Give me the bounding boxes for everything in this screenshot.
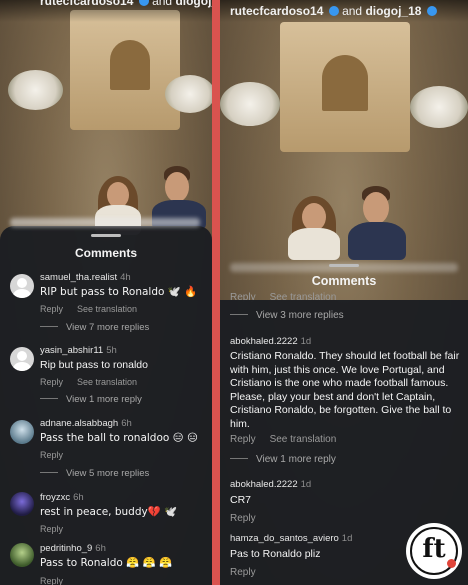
see-translation-button[interactable]: See translation [77, 377, 137, 387]
author-username[interactable]: diogoj_18 [175, 0, 212, 8]
ft-logo-icon: ft [406, 523, 462, 579]
reply-button[interactable]: Reply [40, 377, 63, 387]
comment-username[interactable]: abokhaled.2222 1d [230, 336, 311, 347]
comment-actions: Reply [40, 524, 63, 534]
flowers-image [410, 86, 468, 128]
reply-button[interactable]: Reply [40, 524, 63, 534]
right-screenshot-panel: rutecfcardoso14 and diogoj_18 Comments R… [220, 0, 468, 585]
comment-time: 1d [300, 479, 312, 490]
blurred-caption [10, 218, 200, 227]
view-replies-button[interactable]: View 1 more reply [40, 394, 142, 405]
reply-button[interactable]: Reply [40, 576, 63, 585]
comment-username[interactable]: samuel_tha.realist 4h [40, 272, 131, 283]
logo-dot [447, 559, 456, 568]
comment-username[interactable]: pedritinho_9 6h [40, 543, 106, 554]
user-avatar-image[interactable] [10, 420, 34, 444]
reply-button[interactable]: Reply [230, 434, 256, 445]
comment-actions: Reply See translation [230, 434, 336, 445]
bride-face-image [302, 203, 326, 231]
comment-username[interactable]: adnane.alsabbagh 6h [40, 418, 132, 429]
flowers-image [220, 82, 280, 126]
groom-face-image [363, 192, 389, 224]
altar-arch-image [322, 55, 368, 111]
see-translation-button[interactable]: See translation [270, 434, 337, 445]
comment-username[interactable]: yasin_abshir11 5h [40, 345, 117, 356]
default-avatar-icon[interactable] [10, 274, 34, 298]
view-replies-button[interactable]: View 5 more replies [40, 468, 149, 479]
comment-actions: Reply [40, 450, 63, 460]
default-avatar-icon[interactable] [10, 347, 34, 371]
and-text: and [342, 4, 363, 18]
comment-actions: Reply See translation [40, 377, 137, 387]
author-username[interactable]: rutecfcardoso14 [230, 4, 323, 18]
comment-text: RIP but pass to Ronaldo 🕊️ 🔥 [40, 286, 198, 298]
view-replies-button[interactable]: View 1 more reply [230, 454, 336, 465]
sheet-title: Comments [74, 246, 137, 260]
comment-text: CR7 [230, 494, 252, 506]
user-avatar-image[interactable] [10, 492, 34, 516]
groom-face-image [165, 172, 189, 202]
left-screenshot-panel: rutecfcardoso14 and diogoj_18 Comments s… [0, 0, 212, 585]
sheet-grab-handle[interactable] [329, 264, 359, 267]
reply-button[interactable]: Reply [40, 450, 63, 460]
comment-time: 1d [300, 336, 312, 347]
verified-icon [328, 6, 339, 16]
verified-icon [426, 6, 437, 16]
author-username[interactable]: diogoj_18 [365, 4, 421, 18]
reply-button[interactable]: Reply [230, 567, 256, 578]
flowers-image [165, 75, 212, 113]
flowers-image [8, 70, 63, 110]
user-avatar-image[interactable] [10, 543, 34, 567]
verified-icon [138, 0, 149, 6]
sheet-grab-handle[interactable] [91, 234, 121, 237]
comment-time: 6h [95, 543, 106, 554]
comment-username[interactable]: hamza_do_santos_aviero 1d [230, 533, 352, 544]
comment-time: 6h [121, 418, 132, 429]
comment-actions: Reply [230, 567, 256, 578]
sheet-title: Comments [311, 274, 377, 288]
comment-time: 5h [106, 345, 117, 356]
see-translation-button[interactable]: See translation [77, 304, 137, 314]
comment-text: Pass the ball to ronaldoo 😑 😑 [40, 432, 198, 444]
comment-username[interactable]: froyzxc 6h [40, 492, 84, 503]
comment-actions: Reply [230, 513, 256, 524]
comment-text: Rip but pass to ronaldo [40, 359, 148, 371]
and-text: and [152, 0, 173, 8]
comment-text: rest in peace, buddy💔 🕊️ [40, 506, 178, 518]
comment-time: 6h [73, 492, 84, 503]
reply-button[interactable]: Reply [230, 513, 256, 524]
altar-arch-image [110, 40, 150, 90]
comment-time: 1d [341, 533, 353, 544]
groom-suit-image [348, 222, 406, 260]
comment-username[interactable]: abokhaled.2222 1d [230, 479, 311, 490]
comment-actions: Reply [40, 576, 63, 585]
reply-button[interactable]: Reply [40, 304, 63, 314]
view-replies-button[interactable]: View 7 more replies [40, 322, 149, 333]
comments-sheet: Comments samuel_tha.realist 4h RIP but pa… [0, 218, 212, 585]
comment-time: 4h [120, 272, 131, 283]
view-replies-button[interactable]: View 3 more replies [230, 310, 344, 321]
post-authors[interactable]: rutecfcardoso14 and diogoj_18 [230, 4, 437, 18]
author-username[interactable]: rutecfcardoso14 [40, 0, 133, 8]
post-authors[interactable]: rutecfcardoso14 and diogoj_18 [40, 0, 212, 8]
panel-divider [212, 0, 220, 585]
comment-actions: Reply See translation [40, 304, 137, 314]
comment-text: Pass to Ronaldo 😤 😤 😤 [40, 557, 173, 569]
comment-text: Cristiano Ronaldo. They should let footb… [230, 350, 460, 430]
